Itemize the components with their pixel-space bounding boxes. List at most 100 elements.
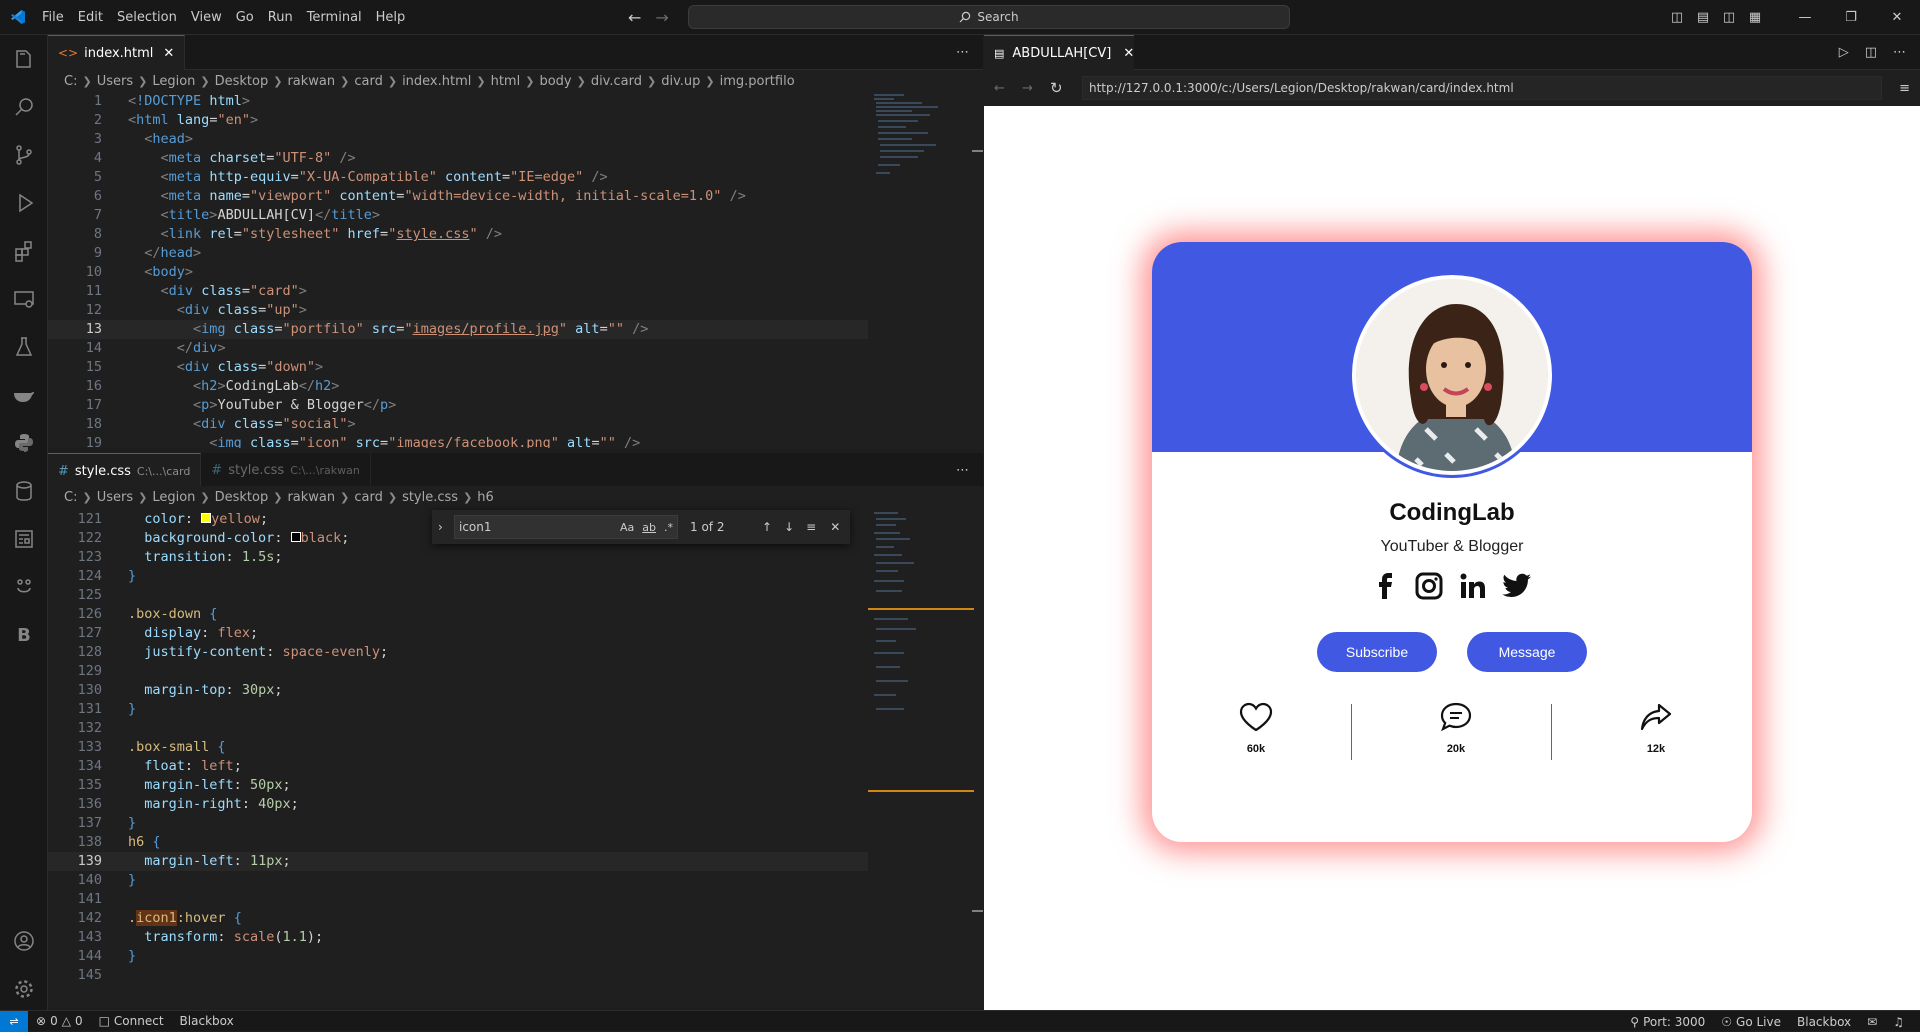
menu-help[interactable]: Help [369, 0, 413, 35]
previous-match-icon[interactable]: ↑ [762, 520, 772, 534]
tab-index-html[interactable]: <> index.html ✕ [48, 35, 186, 70]
settings-gear-icon[interactable] [0, 965, 48, 1013]
find-input[interactable]: icon1 Aa ab .* [454, 515, 678, 539]
code-line[interactable]: 2 <html lang="en"> [48, 111, 868, 130]
customize-layout-icon[interactable]: ▦ [1742, 10, 1768, 25]
code-line[interactable]: 138 h6 { [48, 833, 868, 852]
command-center-search[interactable]: Search [688, 5, 1290, 29]
code-line[interactable]: 5 <meta http-equiv="X-UA-Compatible" con… [48, 168, 868, 187]
linkedin-icon[interactable] [1459, 572, 1487, 600]
back-arrow-icon[interactable]: ← [628, 8, 641, 27]
testing-icon[interactable] [0, 323, 48, 371]
menu-terminal[interactable]: Terminal [300, 0, 369, 35]
code-line[interactable]: 12 <div class="up"> [48, 301, 868, 320]
breadcrumb-item[interactable]: card [354, 490, 382, 505]
browser-forward-icon[interactable]: → [1022, 81, 1033, 96]
menu-go[interactable]: Go [229, 0, 261, 35]
minimize-icon[interactable]: — [1782, 0, 1828, 35]
code-line[interactable]: 135 margin-left: 50px; [48, 776, 868, 795]
share-icon[interactable] [1639, 702, 1673, 732]
code-editor-css[interactable]: 121 color: yellow; 122 background-color: … [48, 510, 868, 1008]
database-icon[interactable] [0, 467, 48, 515]
copilot-icon[interactable] [0, 563, 48, 611]
breadcrumb-item[interactable]: style.css [402, 490, 458, 505]
explorer-icon[interactable] [0, 35, 48, 83]
code-line[interactable]: 130 margin-top: 30px; [48, 681, 868, 700]
browser-back-icon[interactable]: ← [994, 81, 1005, 96]
code-line[interactable]: 131} [48, 700, 868, 719]
breadcrumb-item[interactable]: C: [64, 74, 77, 89]
connect-item[interactable]: □ Connect [91, 1014, 172, 1028]
toggle-panel-icon[interactable]: ▤ [1690, 10, 1716, 25]
breadcrumb-item[interactable]: div.up [661, 74, 700, 89]
code-line[interactable]: 11 <div class="card"> [48, 282, 868, 301]
code-line[interactable]: 4 <meta charset="UTF-8" /> [48, 149, 868, 168]
twitter-icon[interactable] [1502, 572, 1532, 600]
match-case-button[interactable]: Aa [620, 521, 634, 534]
code-line[interactable]: 134 float: left; [48, 757, 868, 776]
code-line[interactable]: 17 <p>YouTuber & Blogger</p> [48, 396, 868, 415]
minimap[interactable] [868, 92, 983, 448]
menu-file[interactable]: File [35, 0, 71, 35]
code-line[interactable]: 141 [48, 890, 868, 909]
reload-icon[interactable]: ↻ [1050, 79, 1063, 97]
code-line[interactable]: 133 .box-small { [48, 738, 868, 757]
go-live-item[interactable]: ☉ Go Live [1713, 1015, 1789, 1029]
blackbox-item[interactable]: Blackbox [172, 1014, 242, 1028]
breadcrumb-item[interactable]: card [354, 74, 382, 89]
menu-run[interactable]: Run [261, 0, 300, 35]
menu-edit[interactable]: Edit [71, 0, 110, 35]
code-line[interactable]: 1 <!DOCTYPE html> [48, 92, 868, 111]
code-line[interactable]: 132 [48, 719, 868, 738]
code-line[interactable]: 123 transition: 1.5s; [48, 548, 868, 567]
code-line[interactable]: 10 <body> [48, 263, 868, 282]
breadcrumb-item[interactable]: rakwan [287, 74, 335, 89]
code-line[interactable]: 15 <div class="down"> [48, 358, 868, 377]
docker-icon[interactable] [0, 371, 48, 419]
code-line[interactable]: 14 </div> [48, 339, 868, 358]
forward-arrow-icon[interactable]: → [655, 8, 668, 27]
minimap[interactable] [868, 510, 983, 1008]
next-match-icon[interactable]: ↓ [784, 520, 794, 534]
close-tab-icon[interactable]: ✕ [1123, 46, 1134, 61]
code-line[interactable]: 13 <img class="portfilo" src="images/pro… [48, 320, 868, 339]
code-line[interactable]: 124} [48, 567, 868, 586]
heart-icon[interactable] [1239, 702, 1273, 732]
code-editor-html[interactable]: 1 <!DOCTYPE html> 2 <html lang="en"> 3 <head… [48, 92, 868, 448]
breadcrumb-item[interactable]: Legion [152, 490, 195, 505]
breadcrumb-item[interactable]: rakwan [287, 490, 335, 505]
message-button[interactable]: Message [1467, 632, 1587, 672]
run-icon[interactable]: ▷ [1839, 35, 1849, 70]
remote-explorer-icon[interactable] [0, 275, 48, 323]
breadcrumb-item[interactable]: div.card [591, 74, 642, 89]
blackbox-icon[interactable]: B [0, 611, 48, 659]
tab-browser-preview[interactable]: ▤ ABDULLAH[CV] ✕ [984, 35, 1134, 70]
toggle-secondary-sidebar-icon[interactable]: ◫ [1716, 10, 1742, 25]
close-tab-icon[interactable]: ✕ [163, 46, 174, 61]
restore-icon[interactable]: ❐ [1828, 0, 1874, 35]
code-line[interactable]: 127 display: flex; [48, 624, 868, 643]
subscribe-button[interactable]: Subscribe [1317, 632, 1437, 672]
extensions-icon[interactable] [0, 227, 48, 275]
run-debug-icon[interactable] [0, 179, 48, 227]
menu-selection[interactable]: Selection [110, 0, 184, 35]
url-input[interactable]: http://127.0.0.1:3000/c:/Users/Legion/De… [1082, 76, 1882, 100]
breadcrumb-item[interactable]: img.portfilo [720, 74, 795, 89]
problems-indicator[interactable]: ⊗ 0 △ 0 [28, 1014, 91, 1028]
remote-indicator-icon[interactable]: ⇌ [0, 1010, 28, 1032]
regex-button[interactable]: .* [664, 521, 673, 534]
code-line[interactable]: 139 margin-left: 11px; [48, 852, 868, 871]
breadcrumb-item[interactable]: index.html [402, 74, 471, 89]
code-line[interactable]: 18 <div class="social"> [48, 415, 868, 434]
feedback-icon[interactable]: ✉ [1859, 1015, 1885, 1029]
notifications-bell-icon[interactable]: ♫ [1885, 1015, 1912, 1029]
code-line[interactable]: 3 <head> [48, 130, 868, 149]
blackbox-right-item[interactable]: Blackbox [1789, 1015, 1859, 1029]
toggle-replace-chevron-icon[interactable]: › [438, 520, 443, 534]
accounts-icon[interactable] [0, 917, 48, 965]
code-line[interactable]: 9 </head> [48, 244, 868, 263]
breadcrumb-item[interactable]: Users [97, 74, 133, 89]
python-icon[interactable] [0, 419, 48, 467]
close-find-icon[interactable]: ✕ [830, 520, 840, 534]
breadcrumb-item[interactable]: body [539, 74, 571, 89]
